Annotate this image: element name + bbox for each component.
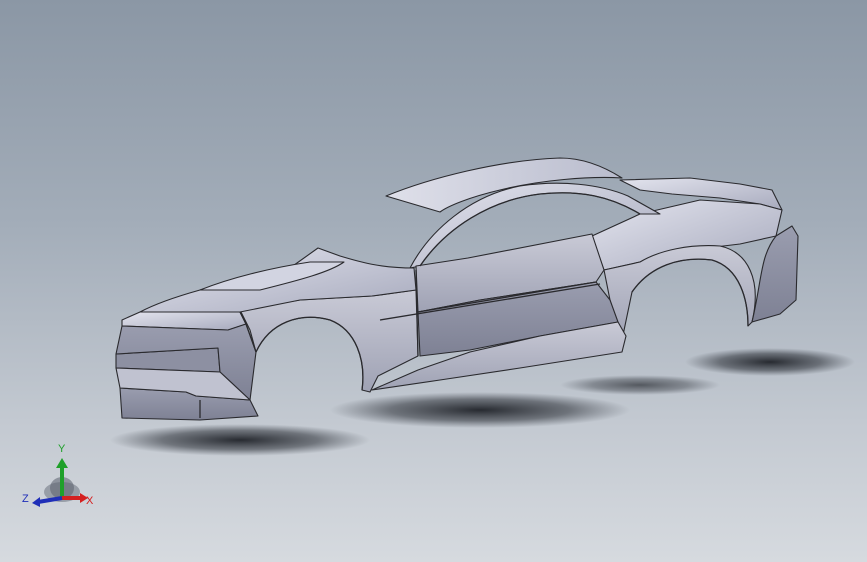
graphics-viewport[interactable]: Y X Z <box>0 0 867 562</box>
rear-bumper <box>751 225 799 323</box>
model-view[interactable] <box>0 0 867 562</box>
axis-triad: Y X Z <box>22 443 94 507</box>
z-axis-label: Z <box>22 493 29 505</box>
y-axis-label: Y <box>58 443 66 455</box>
x-axis-label: X <box>86 495 94 507</box>
z-axis-icon <box>32 496 63 507</box>
